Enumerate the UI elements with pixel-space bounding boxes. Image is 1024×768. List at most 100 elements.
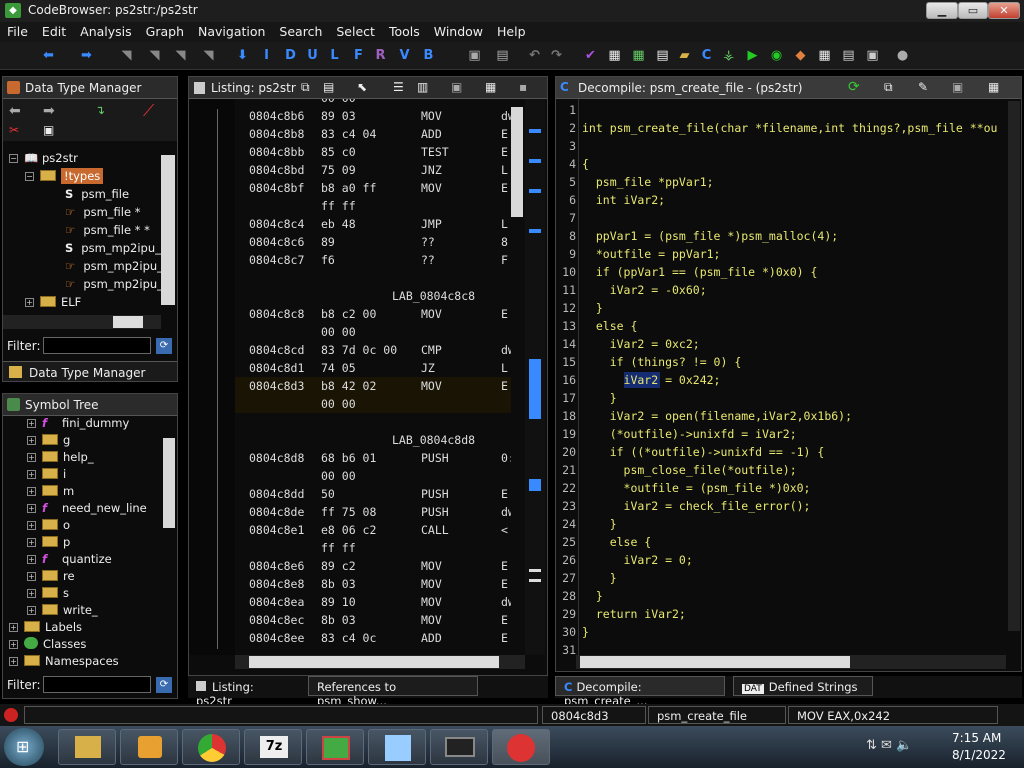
nav-data-button[interactable]: D (282, 47, 299, 64)
decompile-line[interactable]: 20 if ((*outfile)->unixfd == -1) { (556, 443, 1008, 461)
forward-arrow-icon[interactable]: ➡ (78, 47, 95, 64)
listing-row[interactable]: 00 00 (235, 395, 511, 413)
decompile-line[interactable]: 8 ppVar1 = (psm_file *)psm_malloc(4); (556, 227, 1008, 245)
decompile-line[interactable]: 26 iVar2 = 0; (556, 551, 1008, 569)
tree-row-mp2ipu-2[interactable]: ☞ psm_mp2ipu_h (65, 259, 170, 276)
decompile-line[interactable]: 23 iVar2 = check_file_error(); (556, 497, 1008, 515)
listing-row[interactable]: 0804c8c4 eb 48 JMP L (235, 215, 511, 233)
decompile-line[interactable]: 30} (556, 623, 1008, 641)
menu-file[interactable]: File (0, 22, 35, 39)
paste-icon[interactable]: ▤ (323, 80, 334, 94)
decompile-line[interactable]: 28 } (556, 587, 1008, 605)
listing-tool-icon-2[interactable]: ▥ (417, 80, 428, 94)
listing-row[interactable]: LAB_0804c8c8 (235, 287, 511, 305)
listing-row[interactable]: 0804c8e8 8b 03 MOV E (235, 575, 511, 593)
decompile-line[interactable]: 25 else { (556, 533, 1008, 551)
listing-row[interactable]: 0804c8c8 b8 c2 00 MOV E (235, 305, 511, 323)
dtm-bottom-tab[interactable]: Data Type Manager (3, 361, 177, 381)
listing-row[interactable]: 0804c8cd 83 7d 0c 00 CMP dw (235, 341, 511, 359)
nav-b-button[interactable]: B (420, 47, 437, 64)
listing-row[interactable] (235, 269, 511, 287)
snapshot-icon[interactable]: ▣ (451, 80, 462, 94)
expand-icon[interactable]: + (27, 504, 36, 513)
bookmark-icon[interactable]: ▣ (466, 47, 483, 64)
listing-vscrollbar[interactable] (511, 107, 523, 217)
taskbar-app-icon[interactable] (306, 729, 364, 765)
symbol-item-s[interactable]: + s (27, 586, 69, 603)
tree-icon[interactable]: ⚶ (720, 47, 737, 64)
cursor-icon[interactable]: ⬉ (357, 80, 367, 94)
listing-row[interactable]: 0804c8dd 50 PUSH E (235, 485, 511, 503)
expand-icon[interactable]: + (9, 623, 18, 632)
diamond-icon[interactable]: ◆ (792, 47, 809, 64)
tree-row-mp2ipu-1[interactable]: Spsm_mp2ipu_h (65, 241, 168, 258)
decompile-line[interactable]: 13 else { (556, 317, 1008, 335)
filter-options-icon[interactable]: ⟳ (156, 677, 172, 693)
listing-row[interactable]: 0804c8d8 68 b6 01 PUSH 0: (235, 449, 511, 467)
nav-icon-1[interactable]: ◥ (118, 47, 135, 64)
close-button[interactable]: ✕ (988, 2, 1020, 19)
expand-icon[interactable]: + (27, 589, 36, 598)
listing-row[interactable] (235, 413, 511, 431)
decompile-line[interactable]: 5 psm_file *ppVar1; (556, 173, 1008, 191)
nav-icon-3[interactable]: ◥ (172, 47, 189, 64)
tree-row-types[interactable]: − !types (25, 168, 104, 186)
menu-tools[interactable]: Tools (382, 22, 427, 39)
decompile-line[interactable]: 16 iVar2 = 0x242; (556, 371, 1008, 389)
expand-icon[interactable]: + (27, 453, 36, 462)
expand-icon[interactable]: + (27, 436, 36, 445)
decompile-line[interactable]: 18 iVar2 = open(filename,iVar2,0x1b6); (556, 407, 1008, 425)
run-icon[interactable]: ▶ (744, 47, 761, 64)
nav-function-button[interactable]: F (350, 47, 367, 64)
decompile-line[interactable]: 9 *outfile = ppVar1; (556, 245, 1008, 263)
menu-graph[interactable]: Graph (139, 22, 191, 39)
tool-icon-7[interactable]: ▣ (864, 47, 881, 64)
dtm-arrow-icon[interactable]: ↴ (95, 103, 105, 117)
listing-row[interactable]: ff ff (235, 539, 511, 557)
tab-references[interactable]: References to psm_show... (308, 676, 478, 708)
filter-options-icon[interactable]: ⟳ (156, 338, 172, 354)
expand-icon[interactable]: + (27, 487, 36, 496)
check-icon[interactable]: ✔ (582, 47, 599, 64)
decompile-line[interactable]: 1 (556, 101, 1008, 119)
nav-instruction-button[interactable]: I (258, 47, 275, 64)
listing-row[interactable]: 00 00 (235, 323, 511, 341)
expand-icon[interactable]: + (25, 298, 34, 307)
listing-menu-icon[interactable]: ▪ (519, 80, 527, 94)
decompile-hscrollbar[interactable] (576, 655, 1006, 669)
symbol-item-re[interactable]: + re (27, 569, 75, 586)
menu-navigation[interactable]: Navigation (191, 22, 272, 39)
decompile-menu-icon[interactable]: ▦ (988, 80, 999, 94)
listing-row[interactable]: LAB_0804c8d8 (235, 431, 511, 449)
decompile-line[interactable]: 14 iVar2 = 0xc2; (556, 335, 1008, 353)
symbol-item-quantize[interactable]: + f quantize (27, 552, 112, 569)
listing-row[interactable]: 0804c8bb 85 c0 TEST E (235, 143, 511, 161)
nav-r-button[interactable]: R (372, 47, 389, 64)
decompile-line[interactable]: 10 if (ppVar1 == (psm_file *)0x0) { (556, 263, 1008, 281)
taskbar-terminal-icon[interactable] (430, 729, 488, 765)
decompile-line[interactable]: 19 (*outfile)->unixfd = iVar2; (556, 425, 1008, 443)
maximize-button[interactable]: ▭ (958, 2, 988, 19)
expand-icon[interactable]: + (27, 521, 36, 530)
decompile-edit-icon[interactable]: ✎ (918, 80, 928, 94)
dtm-scissors-icon[interactable]: ✂ (9, 123, 19, 137)
symbol-item-namespaces[interactable]: + Namespaces (9, 654, 119, 671)
decompile-copy-icon[interactable]: ⧉ (884, 80, 893, 95)
listing-row[interactable]: 0804c8ea 89 10 MOV dw (235, 593, 511, 611)
dtm-doc-icon[interactable]: ▣ (43, 123, 54, 137)
tab-decompile[interactable]: C Decompile: psm_create_... (555, 676, 725, 708)
cf-icon[interactable]: C (698, 47, 715, 64)
tool-icon-5[interactable]: ▦ (816, 47, 833, 64)
listing-row[interactable]: 0804c8de ff 75 08 PUSH dw (235, 503, 511, 521)
symbol-tree-vscrollbar[interactable] (163, 438, 175, 528)
listing-row[interactable]: 0804c8c7 f6?? F (235, 251, 511, 269)
collapse-icon[interactable]: − (25, 172, 34, 181)
symbol-item-p[interactable]: + p (27, 535, 70, 552)
listing-row[interactable]: 0804c8e6 89 c2 MOV E (235, 557, 511, 575)
nav-icon-2[interactable]: ◥ (146, 47, 163, 64)
symbol-item-g[interactable]: + g (27, 433, 70, 450)
clear-icon[interactable]: ▤ (494, 47, 511, 64)
redo-icon[interactable]: ↷ (548, 47, 565, 64)
collapse-icon[interactable]: − (9, 154, 18, 163)
decompile-line[interactable]: 6 int iVar2; (556, 191, 1008, 209)
